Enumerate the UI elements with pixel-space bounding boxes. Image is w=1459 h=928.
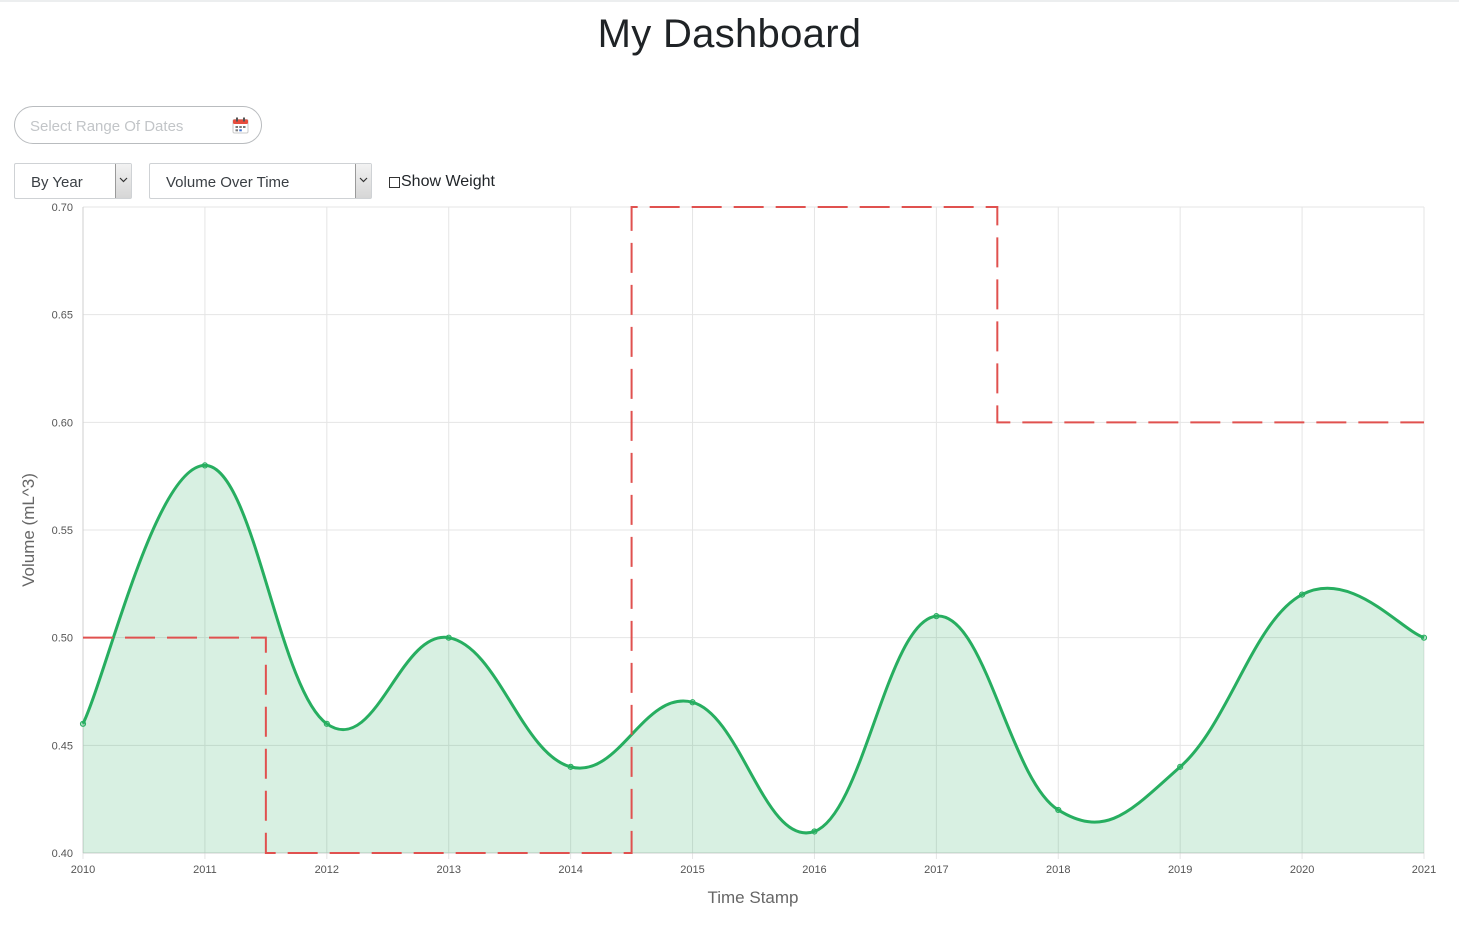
metric-select-value: Volume Over Time: [166, 174, 290, 191]
x-tick-label: 2016: [802, 864, 826, 876]
data-point: [1177, 763, 1184, 770]
x-tick-label: 2012: [315, 864, 339, 876]
volume-chart: 0.40 0.45 0.50 0.55 0.60 0.65 0.70 2010 2011 201…: [0, 198, 1459, 923]
metric-select[interactable]: Volume Over Time: [149, 163, 372, 199]
x-tick-label: 2013: [436, 864, 460, 876]
x-tick-label: 2018: [1046, 864, 1070, 876]
x-tick-label: 2020: [1290, 864, 1314, 876]
page-title: My Dashboard: [597, 12, 862, 56]
chevron-down-icon: [119, 177, 128, 183]
data-point: [1055, 806, 1062, 814]
y-axis-title: Volume (mL^3): [19, 473, 38, 587]
data-point: [689, 699, 696, 706]
metric-dropdown-button[interactable]: [355, 164, 371, 198]
data-point: [201, 462, 209, 469]
top-divider: [0, 0, 1459, 2]
y-tick-label: 0.60: [52, 417, 73, 429]
data-point: [933, 613, 940, 620]
y-tick-label: 0.65: [52, 310, 73, 322]
granularity-select-value: By Year: [31, 174, 83, 191]
data-point: [445, 634, 452, 641]
chart-canvas: 0.400.450.500.550.600.650.70 2010 2011 201…: [19, 202, 1436, 907]
data-point: [323, 720, 330, 727]
data-point: [567, 763, 574, 770]
y-tick-label: 0.55: [52, 525, 73, 537]
data-point: [79, 720, 87, 727]
series-area: [83, 465, 1424, 853]
y-tick-label: 0.70: [52, 202, 73, 214]
x-tick-label: 2021: [1412, 864, 1436, 876]
data-point: [1420, 634, 1428, 641]
x-tick-label: 2014: [558, 864, 582, 876]
show-weight-checkbox[interactable]: [389, 176, 400, 188]
data-point: [1298, 591, 1306, 598]
series-fill-area: [83, 465, 1424, 853]
x-tick-label: 2015: [680, 864, 704, 876]
x-axis-title: Time Stamp: [707, 888, 798, 907]
y-tick-label: 0.40: [52, 848, 73, 860]
x-tick-label: 2011: [193, 864, 217, 876]
show-weight-toggle[interactable]: Show Weight: [389, 172, 495, 192]
x-tick-label: 2017: [924, 864, 948, 876]
x-tick-label: 2010: [71, 864, 95, 876]
calendar-icon[interactable]: [232, 117, 249, 134]
show-weight-label: Show Weight: [401, 173, 495, 190]
x-tick-label: 2019: [1168, 864, 1192, 876]
granularity-select[interactable]: By Year: [14, 163, 132, 199]
data-point: [811, 828, 818, 835]
granularity-dropdown-button[interactable]: [115, 164, 131, 198]
y-tick-label: 0.45: [52, 740, 73, 752]
y-axis-ticks: 0.40 0.45 0.50 0.55 0.60 0.65 0.70: [52, 202, 73, 860]
x-axis-ticks: 2010 2011 2012 2013 2014 2015 2016 2017 2018 2019…: [71, 864, 1436, 876]
date-range-input[interactable]: [30, 116, 230, 136]
date-range-picker[interactable]: [14, 106, 262, 144]
chevron-down-icon: [359, 177, 368, 183]
y-tick-label: 0.50: [52, 633, 73, 645]
